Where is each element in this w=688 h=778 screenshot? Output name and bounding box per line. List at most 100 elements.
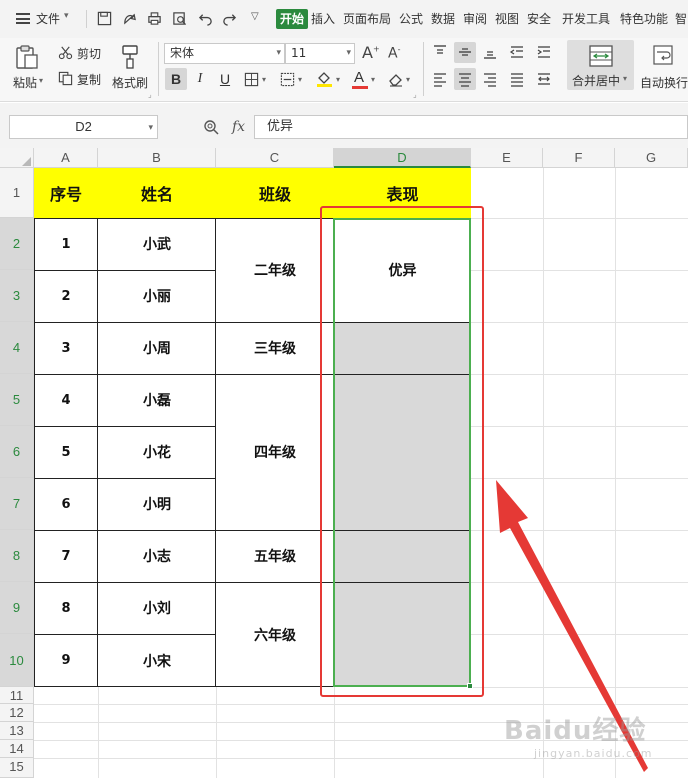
id-cell[interactable]: 7 <box>34 530 98 582</box>
distributed-align-icon[interactable] <box>536 71 552 87</box>
undo-icon[interactable] <box>198 11 213 26</box>
tab-data[interactable]: 数据 <box>431 10 455 27</box>
clipboard-launcher-icon[interactable]: ⌟ <box>148 90 152 99</box>
redo-history-icon[interactable] <box>122 11 137 26</box>
tab-security[interactable]: 安全 <box>527 10 551 27</box>
redo-icon[interactable] <box>222 11 237 26</box>
align-top-icon[interactable] <box>432 44 448 60</box>
row-header-9[interactable]: 9 <box>0 582 34 634</box>
save-icon[interactable] <box>97 11 112 26</box>
format-painter-icon[interactable] <box>119 44 141 70</box>
id-cell[interactable]: 4 <box>34 374 98 426</box>
row-header-6[interactable]: 6 <box>0 426 34 478</box>
row-header-8[interactable]: 8 <box>0 530 34 582</box>
chevron-down-icon[interactable]: ▾ <box>298 75 302 84</box>
quick-access-dropdown-icon[interactable]: ▽ <box>251 11 259 22</box>
align-left-icon[interactable] <box>432 71 448 87</box>
tab-formulas[interactable]: 公式 <box>399 10 423 27</box>
column-header-e[interactable]: E <box>471 148 543 168</box>
row-header-7[interactable]: 7 <box>0 478 34 530</box>
select-all-corner[interactable] <box>0 148 34 168</box>
row-header-11[interactable]: 11 <box>0 687 34 704</box>
tab-insert[interactable]: 插入 <box>311 10 335 27</box>
fill-color-icon[interactable] <box>316 70 333 88</box>
name-box[interactable]: D2 ▾ <box>9 115 158 139</box>
eraser-icon[interactable] <box>388 71 404 87</box>
copy-label[interactable]: 复制 <box>77 71 101 88</box>
tab-page-layout[interactable]: 页面布局 <box>343 10 391 27</box>
row-header-1[interactable]: 1 <box>0 168 34 218</box>
chevron-down-icon[interactable]: ▾ <box>262 75 266 84</box>
align-bottom-icon[interactable] <box>482 44 498 60</box>
menu-file[interactable]: 文件 <box>36 10 60 27</box>
paste-dropdown-icon[interactable]: ▾ <box>39 76 43 85</box>
tab-review[interactable]: 审阅 <box>463 10 487 27</box>
column-header-c[interactable]: C <box>216 148 334 168</box>
formula-input[interactable]: 优异 <box>254 115 688 139</box>
borders-icon[interactable] <box>244 72 259 87</box>
increase-indent-icon[interactable] <box>536 44 552 60</box>
cell-style-icon[interactable] <box>280 72 295 87</box>
scissors-icon[interactable] <box>58 45 73 60</box>
font-launcher-icon[interactable]: ⌟ <box>413 90 417 99</box>
column-header-f[interactable]: F <box>543 148 615 168</box>
column-header-b[interactable]: B <box>98 148 216 168</box>
row-header-13[interactable]: 13 <box>0 722 34 740</box>
cut-label[interactable]: 剪切 <box>77 45 101 62</box>
id-cell[interactable]: 9 <box>34 634 98 687</box>
copy-icon[interactable] <box>58 71 73 86</box>
underline-button[interactable]: U <box>214 68 236 90</box>
row-header-12[interactable]: 12 <box>0 704 34 722</box>
name-cell[interactable]: 小宋 <box>98 634 216 687</box>
column-header-d[interactable]: D <box>334 148 471 168</box>
merge-center-button[interactable]: 合并居中 ▾ <box>567 40 634 90</box>
id-cell[interactable]: 2 <box>34 270 98 322</box>
name-cell[interactable]: 小志 <box>98 530 216 582</box>
align-middle-button[interactable] <box>454 42 476 63</box>
name-cell[interactable]: 小武 <box>98 218 216 270</box>
row-header-14[interactable]: 14 <box>0 740 34 758</box>
zoom-search-icon[interactable] <box>203 119 219 135</box>
name-cell[interactable]: 小丽 <box>98 270 216 322</box>
chevron-down-icon[interactable]: ▾ <box>406 75 410 84</box>
header-cell-class[interactable]: 班级 <box>216 168 334 218</box>
format-painter-label[interactable]: 格式刷 <box>112 74 148 91</box>
column-header-a[interactable]: A <box>34 148 98 168</box>
bold-button[interactable]: B <box>165 68 187 90</box>
tab-smart[interactable]: 智 <box>675 10 687 27</box>
row-header-2[interactable]: 2 <box>0 218 34 270</box>
class-cell[interactable]: 三年级 <box>216 322 334 374</box>
header-cell-id[interactable]: 序号 <box>34 168 98 218</box>
class-cell-merged[interactable]: 六年级 <box>216 582 334 687</box>
row-header-15[interactable]: 15 <box>0 758 34 778</box>
italic-button[interactable]: I <box>189 68 211 90</box>
row-header-3[interactable]: 3 <box>0 270 34 322</box>
chevron-down-icon[interactable]: ▾ <box>371 75 375 84</box>
fx-icon[interactable]: fx <box>232 119 245 135</box>
align-right-icon[interactable] <box>482 71 498 87</box>
chevron-down-icon[interactable]: ▾ <box>64 11 69 21</box>
id-cell[interactable]: 5 <box>34 426 98 478</box>
tab-view[interactable]: 视图 <box>495 10 519 27</box>
tab-special[interactable]: 特色功能 <box>620 10 668 27</box>
decrease-font-icon[interactable]: A- <box>388 45 400 62</box>
tab-developer[interactable]: 开发工具 <box>562 10 610 27</box>
name-cell[interactable]: 小磊 <box>98 374 216 426</box>
name-cell[interactable]: 小刘 <box>98 582 216 634</box>
header-cell-name[interactable]: 姓名 <box>98 168 216 218</box>
wrap-text-label[interactable]: 自动换行 <box>640 74 688 91</box>
tab-start[interactable]: 开始 <box>276 9 308 29</box>
row-header-5[interactable]: 5 <box>0 374 34 426</box>
decrease-indent-icon[interactable] <box>509 44 525 60</box>
class-cell[interactable]: 五年级 <box>216 530 334 582</box>
paste-icon[interactable] <box>14 44 40 70</box>
font-name-select[interactable]: 宋体 ▾ <box>164 43 285 64</box>
row-header-10[interactable]: 10 <box>0 634 34 687</box>
name-cell[interactable]: 小明 <box>98 478 216 530</box>
column-header-g[interactable]: G <box>615 148 688 168</box>
class-cell-merged[interactable]: 四年级 <box>216 374 334 530</box>
align-center-button[interactable] <box>454 68 476 90</box>
font-size-select[interactable]: 11 ▾ <box>285 43 355 64</box>
name-cell[interactable]: 小花 <box>98 426 216 478</box>
font-color-button[interactable]: A <box>352 68 368 90</box>
